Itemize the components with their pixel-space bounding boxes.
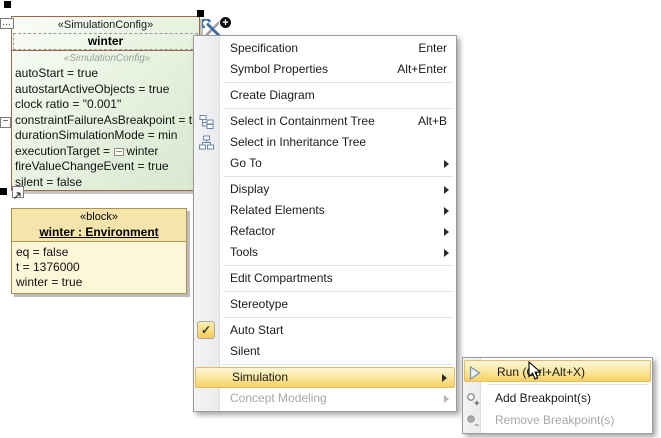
execution-target-value: winter bbox=[126, 144, 158, 158]
shortcut-label: Alt+Enter bbox=[397, 59, 447, 80]
element-icon bbox=[114, 148, 124, 156]
property-line: silent = false bbox=[15, 175, 199, 191]
submenu-arrow-icon bbox=[444, 186, 449, 194]
menu-item-specification[interactable]: Specification Enter bbox=[194, 38, 456, 59]
property-line: durationSimulationMode = min bbox=[15, 128, 199, 144]
shortcut-label: Alt+B bbox=[418, 111, 447, 132]
submenu-arrow-icon bbox=[444, 207, 449, 215]
property-line: autostartActiveObjects = true bbox=[15, 82, 199, 98]
simulation-config-block[interactable]: «SimulationConfig» winter «SimulationCon… bbox=[11, 16, 200, 191]
environment-stereotype: «block» bbox=[12, 211, 186, 225]
submenu-item-run[interactable]: Run (Ctrl+Alt+X) bbox=[464, 360, 651, 382]
submenu-arrow-icon bbox=[444, 249, 449, 257]
sim-config-stereotype: «SimulationConfig» bbox=[12, 17, 199, 33]
submenu-arrow-icon bbox=[442, 374, 447, 382]
property-line: fireValueChangeEvent = true bbox=[15, 159, 199, 175]
environment-block-header: «block» winter : Environment bbox=[12, 209, 186, 242]
submenu-item-remove-breakpoints: Remove Breakpoint(s) bbox=[463, 409, 652, 431]
property-line-execution-target: executionTarget = winter bbox=[15, 144, 199, 160]
smart-manipulator-dots-button[interactable]: … bbox=[0, 18, 14, 29]
menu-item-refactor[interactable]: Refactor bbox=[194, 221, 456, 242]
submenu-arrow-icon bbox=[444, 395, 449, 403]
sim-config-name[interactable]: winter bbox=[13, 33, 198, 50]
menu-separator bbox=[223, 108, 453, 109]
menu-item-edit-compartments[interactable]: Edit Compartments bbox=[194, 268, 456, 289]
environment-name[interactable]: winter : Environment bbox=[12, 225, 186, 240]
property-line: autoStart = true bbox=[15, 66, 199, 82]
execution-target-prefix: executionTarget = bbox=[15, 144, 113, 158]
menu-item-display[interactable]: Display bbox=[194, 179, 456, 200]
menu-separator bbox=[487, 384, 649, 385]
menu-item-stereotype[interactable]: Stereotype bbox=[194, 294, 456, 315]
remove-breakpoint-icon bbox=[466, 413, 480, 435]
mouse-cursor bbox=[528, 361, 542, 386]
submenu-arrow-icon bbox=[444, 228, 449, 236]
property-line: eq = false bbox=[16, 245, 186, 260]
sim-config-body-stereotype: «SimulationConfig» bbox=[15, 52, 199, 66]
selection-handle-top-left[interactable] bbox=[4, 1, 11, 8]
menu-separator bbox=[223, 291, 453, 292]
menu-item-symbol-properties[interactable]: Symbol Properties Alt+Enter bbox=[194, 59, 456, 80]
diagram-canvas: «SimulationConfig» winter «SimulationCon… bbox=[0, 0, 661, 438]
property-line: t = 1376000 bbox=[16, 260, 186, 275]
shortcut-label: Enter bbox=[418, 38, 447, 59]
menu-separator bbox=[223, 265, 453, 266]
selection-handle-bottom-left[interactable] bbox=[0, 188, 7, 195]
menu-item-select-in-containment-tree[interactable]: Select in Containment Tree Alt+B bbox=[194, 111, 456, 132]
add-element-badge[interactable]: + bbox=[219, 16, 232, 29]
menu-item-silent[interactable]: Silent bbox=[194, 341, 456, 362]
environment-properties-compartment: eq = false t = 1376000 winter = true bbox=[12, 242, 186, 290]
menu-separator bbox=[223, 317, 453, 318]
menu-item-tools[interactable]: Tools bbox=[194, 242, 456, 263]
simulation-submenu: Run (Ctrl+Alt+X) Add Breakpoint(s) Remov… bbox=[462, 357, 653, 434]
open-structure-button[interactable] bbox=[12, 186, 24, 198]
menu-item-go-to[interactable]: Go To bbox=[194, 153, 456, 174]
menu-separator bbox=[223, 176, 453, 177]
property-line: winter = true bbox=[16, 275, 186, 290]
menu-item-auto-start[interactable]: ✓ Auto Start bbox=[194, 320, 456, 341]
collapse-compartment-button[interactable]: − bbox=[0, 117, 11, 128]
menu-item-create-diagram[interactable]: Create Diagram bbox=[194, 85, 456, 106]
sim-config-properties-compartment: «SimulationConfig» autoStart = true auto… bbox=[12, 50, 199, 190]
menu-item-related-elements[interactable]: Related Elements bbox=[194, 200, 456, 221]
submenu-arrow-icon bbox=[444, 160, 449, 168]
menu-item-simulation[interactable]: Simulation bbox=[195, 367, 455, 388]
environment-block[interactable]: «block» winter : Environment eq = false … bbox=[11, 208, 187, 294]
menu-separator bbox=[223, 364, 453, 365]
run-play-icon bbox=[469, 365, 481, 387]
property-line: constraintFailureAsBreakpoint = true bbox=[15, 113, 199, 129]
checkmark-icon: ✓ bbox=[197, 321, 215, 339]
arrow-in-box-icon bbox=[13, 190, 23, 200]
menu-item-select-in-inheritance-tree[interactable]: Select in Inheritance Tree bbox=[194, 132, 456, 153]
property-line: clock ratio = "0.001" bbox=[15, 97, 199, 113]
selection-handle-top-right[interactable] bbox=[197, 10, 204, 17]
submenu-item-add-breakpoints[interactable]: Add Breakpoint(s) bbox=[463, 387, 652, 409]
menu-item-concept-modeling: Concept Modeling bbox=[194, 388, 456, 409]
menu-separator bbox=[223, 82, 453, 83]
context-menu: Specification Enter Symbol Properties Al… bbox=[193, 35, 457, 412]
